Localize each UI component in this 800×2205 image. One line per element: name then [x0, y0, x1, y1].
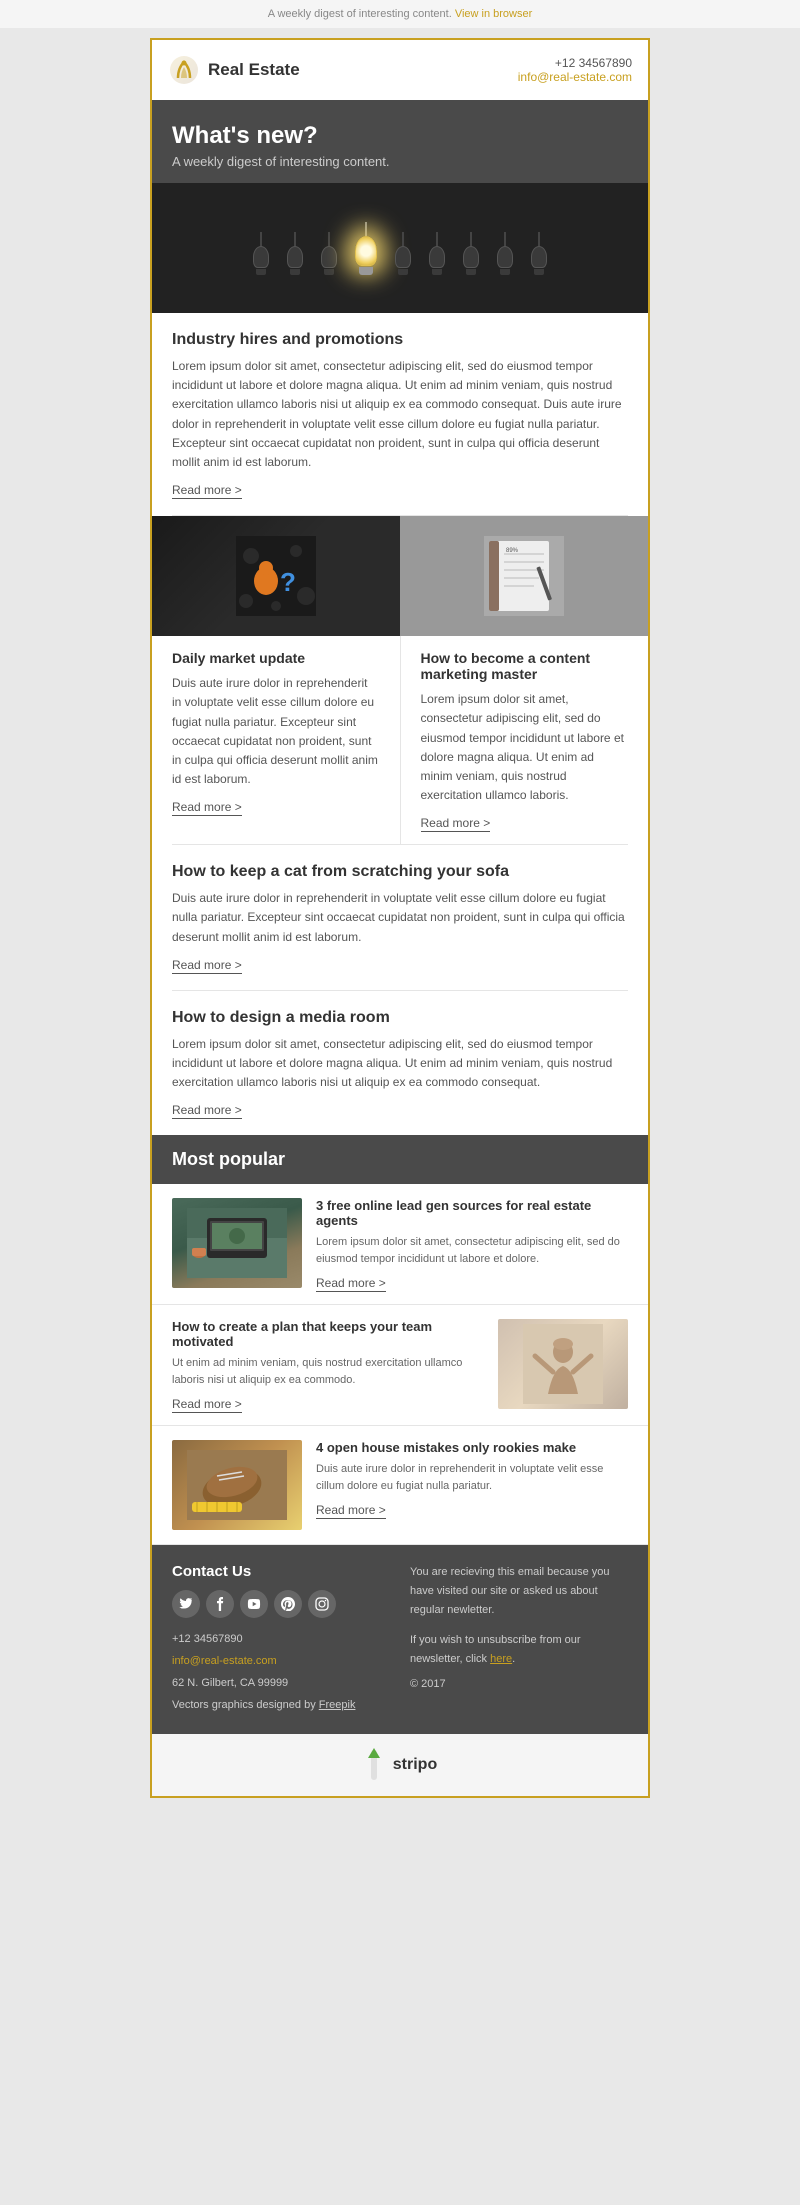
question-mark-image: ? — [152, 516, 400, 636]
article-5-title: How to design a media room — [172, 1009, 628, 1027]
svg-text:89%: 89% — [506, 548, 519, 554]
question-mark-svg: ? — [236, 536, 316, 616]
youtube-icon[interactable] — [240, 1590, 268, 1618]
footer: Contact Us — [152, 1545, 648, 1734]
bulb-9 — [531, 232, 547, 275]
bulb-5 — [395, 232, 411, 275]
article-5-text: Lorem ipsum dolor sit amet, consectetur … — [172, 1035, 628, 1093]
popular-item-3: 4 open house mistakes only rookies make … — [152, 1426, 648, 1545]
footer-copyright: © 2017 — [410, 1675, 628, 1694]
stripo-icon — [363, 1748, 385, 1782]
article-4-section: How to keep a cat from scratching your s… — [152, 845, 648, 990]
footer-address: 62 N. Gilbert, CA 99999 — [172, 1672, 390, 1694]
header-contact: +12 34567890 info@real-estate.com — [518, 56, 632, 84]
svg-text:?: ? — [280, 567, 296, 597]
email-header: Real Estate +12 34567890 info@real-estat… — [152, 40, 648, 100]
stripo-label: stripo — [393, 1756, 437, 1774]
article-1-text: Lorem ipsum dolor sit amet, consectetur … — [172, 357, 628, 472]
article-4-text: Duis aute irure dolor in reprehenderit i… — [172, 889, 628, 947]
bulb-6 — [429, 232, 445, 275]
popular-read-more-2[interactable]: Read more > — [172, 1397, 242, 1413]
footer-phone: +12 34567890 — [172, 1628, 390, 1650]
freepik-link[interactable]: Freepik — [319, 1699, 356, 1711]
header-phone: +12 34567890 — [518, 56, 632, 70]
article-2-title: Daily market update — [172, 650, 380, 666]
notebook-image: 89% — [400, 516, 648, 636]
article-2-read-more[interactable]: Read more > — [172, 800, 242, 816]
article-1-section: Industry hires and promotions Lorem ipsu… — [152, 313, 648, 515]
popular-img-1 — [172, 1198, 302, 1288]
stripo-bar: stripo — [152, 1734, 648, 1796]
facebook-icon[interactable] — [206, 1590, 234, 1618]
popular-item-2: How to create a plan that keeps your tea… — [152, 1305, 648, 1426]
bulb-lit — [355, 222, 377, 275]
footer-right-text1: You are recieving this email because you… — [410, 1563, 628, 1619]
hero-title: What's new? — [172, 122, 628, 150]
article-3-title: How to become a content marketing master — [421, 650, 629, 682]
most-popular-title: Most popular — [172, 1149, 628, 1170]
top-bar: A weekly digest of interesting content. … — [0, 0, 800, 28]
bulb-7 — [463, 232, 479, 275]
article-5-read-more[interactable]: Read more > — [172, 1103, 242, 1119]
hero-image — [152, 183, 648, 313]
laptop-svg — [187, 1208, 287, 1278]
top-bar-text: A weekly digest of interesting content. — [268, 8, 452, 20]
article-2-col: Daily market update Duis aute irure dolo… — [152, 636, 401, 844]
footer-email[interactable]: info@real-estate.com — [172, 1655, 277, 1667]
footer-credits: Vectors graphics designed by Freepik — [172, 1694, 390, 1716]
bulb-8 — [497, 232, 513, 275]
two-col-images: ? 89% — [152, 516, 648, 636]
article-5-section: How to design a media room Lorem ipsum d… — [152, 991, 648, 1136]
popular-title-3: 4 open house mistakes only rookies make — [316, 1440, 628, 1455]
article-3-col: How to become a content marketing master… — [401, 636, 649, 844]
social-icons — [172, 1590, 390, 1618]
pinterest-icon[interactable] — [274, 1590, 302, 1618]
footer-right-text2: If you wish to unsubscribe from our news… — [410, 1631, 628, 1668]
popular-text-2: Ut enim ad minim veniam, quis nostrud ex… — [172, 1355, 484, 1388]
popular-text-3: Duis aute irure dolor in reprehenderit i… — [316, 1461, 628, 1494]
article-3-read-more[interactable]: Read more > — [421, 816, 491, 832]
popular-content-3: 4 open house mistakes only rookies make … — [316, 1440, 628, 1517]
popular-title-2: How to create a plan that keeps your tea… — [172, 1319, 484, 1349]
article-4-read-more[interactable]: Read more > — [172, 958, 242, 974]
instagram-icon[interactable] — [308, 1590, 336, 1618]
article-1-title: Industry hires and promotions — [172, 331, 628, 349]
popular-title-1: 3 free online lead gen sources for real … — [316, 1198, 628, 1228]
popular-read-more-1[interactable]: Read more > — [316, 1276, 386, 1292]
bulb-2 — [287, 232, 303, 275]
most-popular-header: Most popular — [152, 1135, 648, 1184]
header-email[interactable]: info@real-estate.com — [518, 70, 632, 84]
popular-img-3 — [172, 1440, 302, 1530]
article-2-text: Duis aute irure dolor in reprehenderit i… — [172, 674, 380, 789]
logo-text: Real Estate — [208, 60, 300, 80]
hero-banner: What's new? A weekly digest of interesti… — [152, 100, 648, 183]
article-3-text: Lorem ipsum dolor sit amet, consectetur … — [421, 690, 629, 805]
logo-area: Real Estate — [168, 54, 300, 86]
logo-icon — [168, 54, 200, 86]
shoes-svg — [187, 1450, 287, 1520]
popular-content-2: How to create a plan that keeps your tea… — [172, 1319, 484, 1411]
popular-img-2 — [498, 1319, 628, 1409]
popular-item-1: 3 free online lead gen sources for real … — [152, 1184, 648, 1305]
two-col-text: Daily market update Duis aute irure dolo… — [152, 636, 648, 844]
notebook-svg: 89% — [484, 536, 564, 616]
article-1-read-more[interactable]: Read more > — [172, 483, 242, 499]
article-4-title: How to keep a cat from scratching your s… — [172, 863, 628, 881]
twitter-icon[interactable] — [172, 1590, 200, 1618]
team-svg — [523, 1324, 603, 1404]
footer-right: You are recieving this email because you… — [410, 1563, 628, 1716]
footer-contact-title: Contact Us — [172, 1563, 390, 1580]
popular-content-1: 3 free online lead gen sources for real … — [316, 1198, 628, 1290]
popular-read-more-3[interactable]: Read more > — [316, 1503, 386, 1519]
view-in-browser-link[interactable]: View in browser — [455, 8, 532, 20]
unsubscribe-link[interactable]: here — [490, 1653, 512, 1665]
bulb-1 — [253, 232, 269, 275]
bulb-3 — [321, 232, 337, 275]
bulb-row — [253, 222, 547, 275]
footer-contact-details: +12 34567890 info@real-estate.com 62 N. … — [172, 1628, 390, 1716]
hero-subtitle: A weekly digest of interesting content. — [172, 154, 628, 169]
popular-text-1: Lorem ipsum dolor sit amet, consectetur … — [316, 1234, 628, 1267]
footer-left: Contact Us — [172, 1563, 390, 1716]
